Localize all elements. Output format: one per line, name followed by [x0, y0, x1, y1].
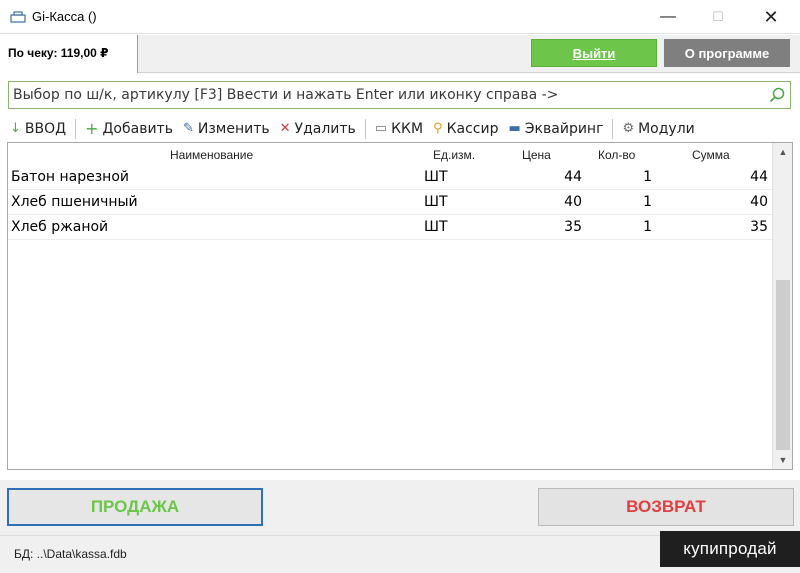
input-label: ВВОД: [24, 120, 67, 137]
return-button[interactable]: ВОЗВРАТ: [538, 488, 794, 526]
cell-name: Батон нарезной: [11, 169, 130, 185]
cell-unit: ШТ: [424, 194, 448, 210]
edit-button[interactable]: ✎ Изменить: [178, 115, 275, 142]
receipt-total-tab[interactable]: По чеку: 119,00 ₽: [0, 35, 138, 73]
cell-unit: ШТ: [424, 169, 448, 185]
delete-button[interactable]: ✕ Удалить: [275, 115, 361, 142]
column-header-qty[interactable]: Кол-во: [598, 148, 635, 162]
table-row[interactable]: Хлеб пшеничный ШТ 40 1 40: [8, 190, 772, 215]
delete-x-icon: ✕: [279, 121, 291, 136]
cell-sum: 40: [750, 194, 768, 210]
exit-button[interactable]: Выйти: [531, 39, 657, 67]
sale-button[interactable]: ПРОДАЖА: [7, 488, 263, 526]
watermark-logo: купипродай: [660, 531, 800, 567]
minimize-button[interactable]: —: [645, 0, 691, 34]
acquiring-button[interactable]: ▬ Эквайринг: [503, 115, 608, 142]
acquiring-label: Эквайринг: [524, 120, 604, 137]
column-header-sum[interactable]: Сумма: [692, 148, 730, 162]
card-icon: ▬: [508, 121, 521, 136]
cell-price: 44: [564, 169, 582, 185]
cell-name: Хлеб ржаной: [11, 219, 109, 235]
cell-price: 40: [564, 194, 582, 210]
delete-label: Удалить: [294, 120, 356, 137]
scroll-thumb[interactable]: [776, 280, 790, 450]
add-label: Добавить: [102, 120, 173, 137]
add-button[interactable]: + Добавить: [80, 115, 178, 142]
header-bar: По чеку: 119,00 ₽ Выйти О программе: [0, 35, 800, 73]
scroll-down-arrow-icon[interactable]: ▼: [773, 451, 793, 469]
arrow-down-icon: ↓: [10, 121, 21, 136]
kkm-label: ККМ: [391, 120, 424, 137]
column-header-name[interactable]: Наименование: [170, 148, 253, 162]
modules-label: Модули: [638, 120, 695, 137]
cashier-label: Кассир: [446, 120, 499, 137]
items-table[interactable]: Наименование Ед.изм. Цена Кол-во Сумма Б…: [7, 142, 793, 470]
window-title: Gi-Касса (): [32, 9, 97, 24]
kkm-button[interactable]: ▭ ККМ: [370, 115, 428, 142]
column-header-price[interactable]: Цена: [522, 148, 551, 162]
cashier-button[interactable]: ⚲ Кассир: [428, 115, 503, 142]
title-bar: Gi-Касса () — ☐ ✕: [0, 0, 800, 34]
cell-unit: ШТ: [424, 219, 448, 235]
plus-icon: +: [85, 119, 99, 138]
cell-sum: 44: [750, 169, 768, 185]
person-icon: ⚲: [433, 121, 443, 136]
maximize-button[interactable]: ☐: [695, 0, 741, 34]
cell-qty: 1: [643, 219, 652, 235]
close-button[interactable]: ✕: [748, 0, 794, 34]
search-input[interactable]: [9, 82, 759, 108]
toolbar-divider: [75, 118, 77, 139]
database-path: БД: ..\Data\kassa.fdb: [14, 547, 127, 561]
modules-button[interactable]: ⚙ Модули: [617, 115, 699, 142]
gear-icon: ⚙: [622, 121, 635, 136]
column-header-unit[interactable]: Ед.изм.: [433, 148, 475, 162]
table-row[interactable]: Хлеб ржаной ШТ 35 1 35: [8, 215, 772, 240]
pencil-icon: ✎: [182, 121, 194, 136]
cell-qty: 1: [643, 194, 652, 210]
cash-register-icon: [10, 11, 26, 23]
edit-label: Изменить: [197, 120, 270, 137]
action-panel: ПРОДАЖА ВОЗВРАТ: [0, 480, 800, 535]
printer-icon: ▭: [374, 121, 388, 136]
toolbar: ↓ ВВОД + Добавить ✎ Изменить ✕ Удалить ▭…: [0, 115, 800, 142]
cell-qty: 1: [643, 169, 652, 185]
table-row[interactable]: Батон нарезной ШТ 44 1 44: [8, 165, 772, 190]
search-box: [8, 81, 791, 109]
cell-price: 35: [564, 219, 582, 235]
about-button[interactable]: О программе: [664, 39, 790, 67]
table-header: Наименование Ед.изм. Цена Кол-во Сумма: [8, 143, 772, 165]
cell-name: Хлеб пшеничный: [11, 194, 138, 210]
vertical-scrollbar[interactable]: ▲ ▼: [772, 143, 792, 469]
toolbar-divider: [364, 118, 366, 139]
scroll-up-arrow-icon[interactable]: ▲: [773, 143, 793, 161]
cell-sum: 35: [750, 219, 768, 235]
toolbar-divider: [612, 118, 614, 139]
input-button[interactable]: ↓ ВВОД: [0, 115, 71, 142]
search-icon[interactable]: [768, 86, 786, 104]
